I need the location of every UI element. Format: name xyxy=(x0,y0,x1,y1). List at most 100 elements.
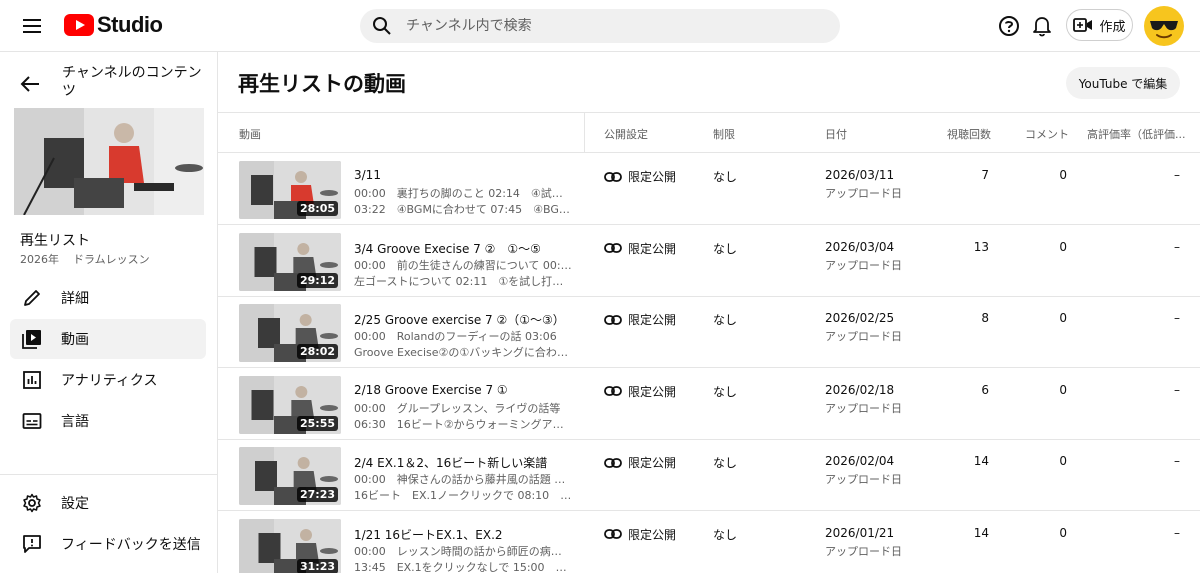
visibility-cell[interactable]: 限定公開 xyxy=(604,168,676,185)
video-title[interactable]: 2/4 EX.1＆2、16ビート新しい楽譜 xyxy=(354,454,547,471)
table-row[interactable]: 31:23 1/21 16ビートEX.1、EX.2 00:00 レッスン時間の話から… xyxy=(218,512,1200,573)
date-type: アップロード日 xyxy=(825,473,902,486)
restriction-value: なし xyxy=(713,527,738,542)
video-description-line-1: 00:00 レッスン時間の話から師匠の病気の話 xyxy=(354,544,572,558)
video-duration: 28:05 xyxy=(296,201,338,216)
nav-languages-label: 言語 xyxy=(61,414,89,430)
video-title[interactable]: 3/4 Groove Execise 7 ② ①〜⑤ xyxy=(354,240,541,257)
video-thumbnail[interactable]: 28:02 xyxy=(239,304,341,362)
video-title[interactable]: 2/18 Groove Exercise 7 ① xyxy=(354,383,508,397)
video-description-line-2: Groove Execise②の①バッキングに合わせて… xyxy=(354,346,572,359)
video-description-line-1: 00:00 神保さんの話から藤井風の話題 06:00 xyxy=(354,473,572,486)
date-value: 2026/02/04 xyxy=(825,454,895,468)
nav-details[interactable]: 詳細 xyxy=(10,278,206,318)
back-row: チャンネルのコンテンツ xyxy=(0,62,218,106)
header-date[interactable]: 日付 xyxy=(825,126,847,142)
comments-count: 0 xyxy=(1059,382,1067,397)
video-description-line-2: 13:45 EX.1をクリックなしで 15:00 EX.1… xyxy=(354,560,572,573)
views-count: 13 xyxy=(973,239,989,254)
like-ratio: – xyxy=(1174,168,1180,182)
video-description-line-2: 03:22 ④BGMに合わせて 07:45 ④BGMに… xyxy=(354,203,572,216)
header-separator xyxy=(584,113,585,153)
video-title[interactable]: 3/11 xyxy=(354,168,381,182)
like-ratio: – xyxy=(1174,382,1180,397)
header-views[interactable]: 視聴回数 xyxy=(947,126,991,142)
edit-on-youtube-button[interactable]: YouTube で編集 xyxy=(1066,67,1180,99)
comments-count: 0 xyxy=(1059,454,1067,468)
video-description-line-2: 06:30 16ビート②からウォーミングアップ… xyxy=(354,417,572,431)
table-row[interactable]: 25:55 2/18 Groove Exercise 7 ① 00:00 グループレ… xyxy=(218,369,1200,440)
like-ratio: – xyxy=(1174,311,1180,325)
date-value: 2026/01/21 xyxy=(825,525,895,540)
create-label: 作成 xyxy=(1099,19,1126,35)
date-type: アップロード日 xyxy=(825,544,902,558)
help-icon[interactable] xyxy=(992,9,1026,43)
search-icon[interactable] xyxy=(372,16,392,36)
restriction-value: なし xyxy=(713,384,738,399)
video-thumbnail[interactable]: 27:23 xyxy=(239,447,341,505)
table-row[interactable]: 28:02 2/25 Groove exercise 7 ②（①〜③） 00:00 … xyxy=(218,297,1200,368)
video-thumbnail[interactable]: 29:12 xyxy=(239,232,341,291)
table-row[interactable]: 29:12 3/4 Groove Execise 7 ② ①〜⑤ 00:00 前の生… xyxy=(218,226,1200,297)
visibility-cell[interactable]: 限定公開 xyxy=(604,240,676,257)
video-description-line-2: 左ゴーストについて 02:11 ①を試し打ち… xyxy=(354,274,572,288)
nav-settings-label: 設定 xyxy=(61,496,89,512)
table-row[interactable]: 28:05 3/11 00:00 裏打ちの脚のこと 02:14 ④試し打ち 03:22… xyxy=(218,154,1200,225)
playlist-year: 2026年 xyxy=(20,253,59,266)
notifications-bell-icon[interactable] xyxy=(1025,9,1059,43)
header-video: 動画 xyxy=(239,128,261,141)
playlist-label: 再生リスト xyxy=(20,233,90,249)
header-visibility[interactable]: 公開設定 xyxy=(604,126,648,142)
link-icon xyxy=(604,243,622,253)
link-icon xyxy=(604,529,622,539)
menu-icon[interactable] xyxy=(14,8,50,44)
back-arrow-icon[interactable] xyxy=(14,68,46,100)
link-icon xyxy=(604,457,622,468)
studio-logo[interactable]: Studio xyxy=(64,12,163,38)
comments-count: 0 xyxy=(1059,525,1067,540)
date-value: 2026/03/11 xyxy=(825,168,895,182)
channel-content-link[interactable]: チャンネルのコンテンツ xyxy=(62,64,202,100)
visibility-label: 限定公開 xyxy=(628,241,677,256)
create-button[interactable]: 作成 xyxy=(1066,9,1133,41)
visibility-cell[interactable]: 限定公開 xyxy=(604,311,676,328)
video-title[interactable]: 1/21 16ビートEX.1、EX.2 xyxy=(354,526,503,543)
visibility-cell[interactable]: 限定公開 xyxy=(604,383,676,400)
video-duration: 28:02 xyxy=(296,344,338,359)
nav-analytics[interactable]: アナリティクス xyxy=(10,360,206,400)
nav-languages[interactable]: 言語 xyxy=(10,401,206,441)
header-comments[interactable]: コメント xyxy=(1025,126,1069,142)
playlist-thumbnail[interactable] xyxy=(14,108,204,215)
pencil-icon xyxy=(20,286,44,310)
search-input[interactable] xyxy=(406,18,806,34)
table-row[interactable]: 27:23 2/4 EX.1＆2、16ビート新しい楽譜 00:00 神保さんの話から… xyxy=(218,440,1200,511)
top-bar: Studio 作成 xyxy=(0,0,1200,52)
video-thumbnail[interactable]: 25:55 xyxy=(239,375,341,434)
nav-videos[interactable]: 動画 xyxy=(10,319,206,359)
account-avatar[interactable] xyxy=(1144,6,1184,46)
date-type: アップロード日 xyxy=(825,401,902,415)
analytics-icon xyxy=(20,368,44,392)
video-title[interactable]: 2/25 Groove exercise 7 ②（①〜③） xyxy=(354,311,565,328)
date-value: 2026/03/04 xyxy=(825,239,895,254)
comments-count: 0 xyxy=(1059,239,1067,254)
link-icon xyxy=(604,171,622,182)
views-count: 14 xyxy=(973,454,989,468)
visibility-cell[interactable]: 限定公開 xyxy=(604,454,676,471)
header-restrictions[interactable]: 制限 xyxy=(713,126,735,142)
visibility-cell[interactable]: 限定公開 xyxy=(604,526,676,543)
sidebar-divider xyxy=(0,474,218,475)
date-value: 2026/02/18 xyxy=(825,382,895,397)
video-duration: 25:55 xyxy=(296,415,338,431)
restriction-value: なし xyxy=(713,241,738,256)
video-thumbnail[interactable]: 28:05 xyxy=(239,161,341,219)
nav-settings[interactable]: 設定 xyxy=(10,483,206,523)
main-content: 再生リストの動画 YouTube で編集 動画 公開設定 制限 日付 視聴回数 … xyxy=(218,52,1200,573)
like-ratio: – xyxy=(1174,525,1180,540)
header-likes[interactable]: 高評価率（低評価... xyxy=(1087,126,1186,142)
restriction-value: なし xyxy=(713,170,738,184)
video-thumbnail[interactable]: 31:23 xyxy=(239,518,341,573)
feedback-icon xyxy=(20,532,44,556)
playlist-name: ドラムレッスン xyxy=(73,253,150,266)
nav-feedback[interactable]: フィードバックを送信 xyxy=(10,524,206,564)
